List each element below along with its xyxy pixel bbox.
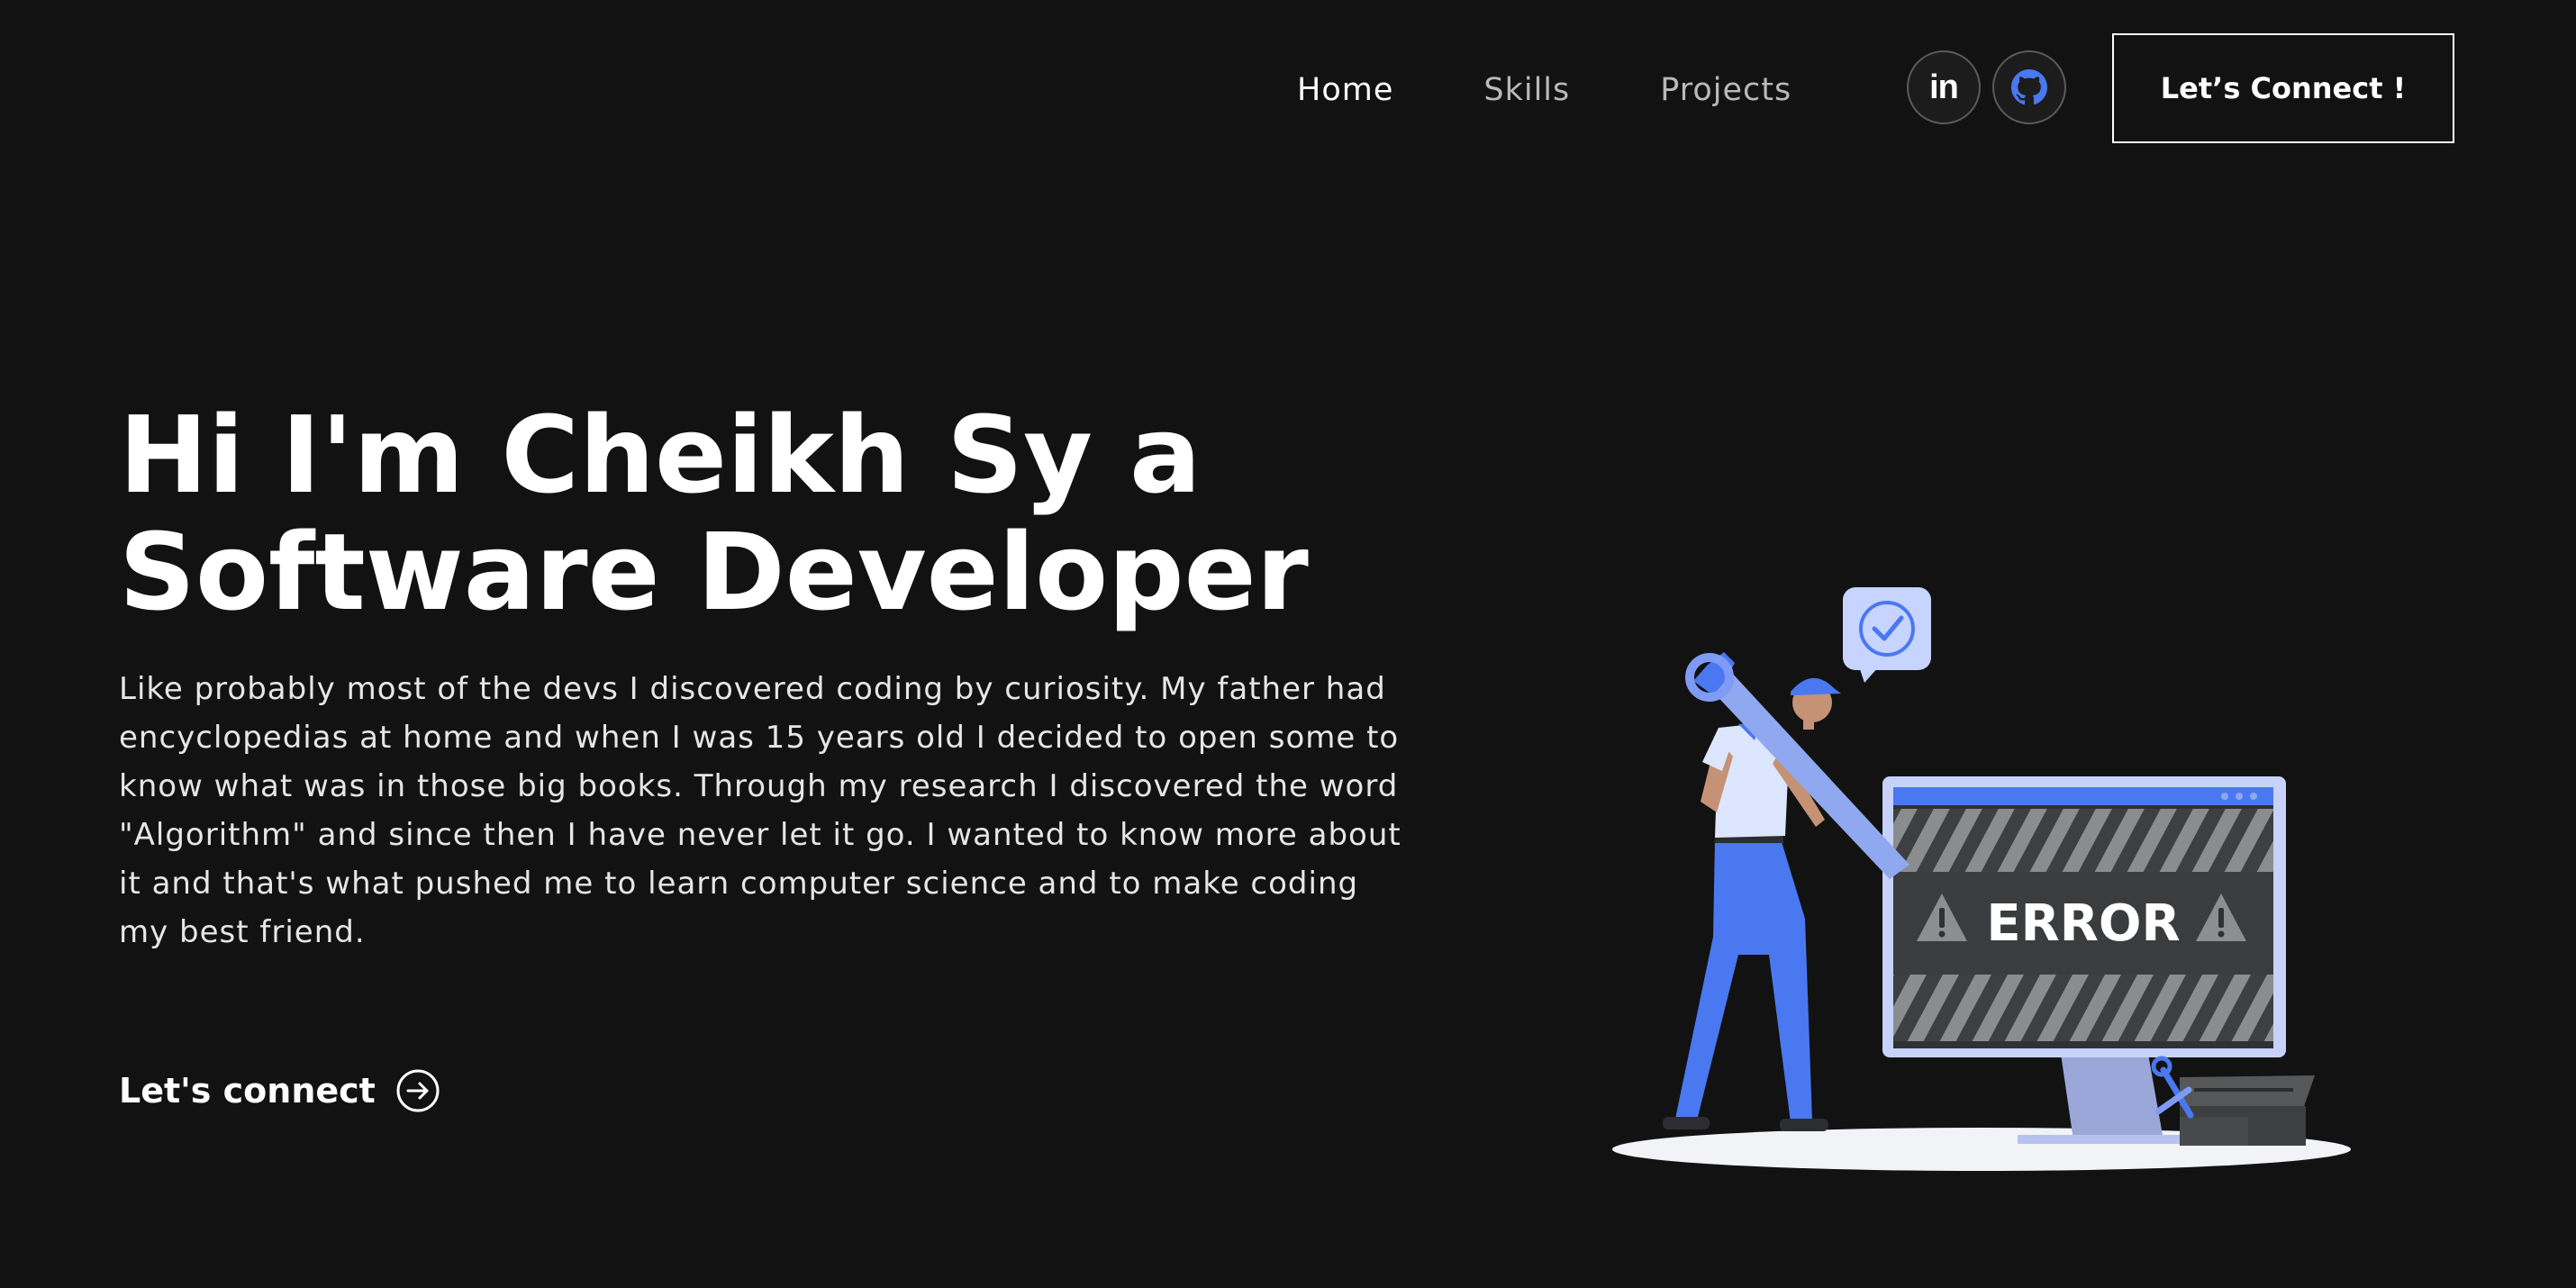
- social-links: in: [1907, 50, 2066, 124]
- error-screen-text: ERROR: [1986, 894, 2180, 953]
- github-button[interactable]: [1992, 50, 2066, 124]
- hero-description: Like probably most of the devs I discove…: [119, 671, 1401, 950]
- monitor-titlebar: [1893, 787, 2273, 805]
- github-icon: [2011, 69, 2047, 105]
- nav-links: Home Skills Projects: [1297, 65, 1882, 115]
- check-bubble: [1843, 587, 1931, 683]
- linkedin-button[interactable]: in: [1907, 50, 1981, 124]
- window-dot: [2236, 793, 2243, 800]
- nav-link-home[interactable]: Home: [1297, 65, 1393, 115]
- worker-figure: [1663, 652, 1909, 1131]
- arrow-right-circle-icon: [396, 1069, 440, 1112]
- window-dot: [2221, 793, 2228, 800]
- connect-label: Let's connect: [119, 1071, 376, 1111]
- nav-link-skills[interactable]: Skills: [1483, 65, 1570, 115]
- hero-title-line2: Software Developer: [119, 510, 1309, 634]
- lets-connect-button[interactable]: Let’s Connect !: [2112, 33, 2454, 143]
- hero-title-line1: Hi I'm Cheikh Sy a: [119, 393, 1202, 517]
- nav-link-projects[interactable]: Projects: [1660, 65, 1791, 115]
- navbar: Home Skills Projects in Let’s Connect !: [0, 0, 2576, 180]
- toolbox: [2180, 1075, 2315, 1146]
- hero-title: Hi I'm Cheikh Sy a Software Developer: [119, 396, 1470, 630]
- linkedin-icon: in: [1929, 68, 1959, 106]
- window-dot: [2250, 793, 2257, 800]
- hazard-stripes-top: [1893, 809, 2273, 872]
- error-illustration: ERROR: [1612, 587, 2351, 1171]
- lets-connect-link[interactable]: Let's connect: [119, 1068, 440, 1113]
- monitor-base: [2018, 1135, 2198, 1144]
- monitor-stand: [2061, 1054, 2163, 1140]
- hazard-stripes-bottom: [1893, 975, 2273, 1041]
